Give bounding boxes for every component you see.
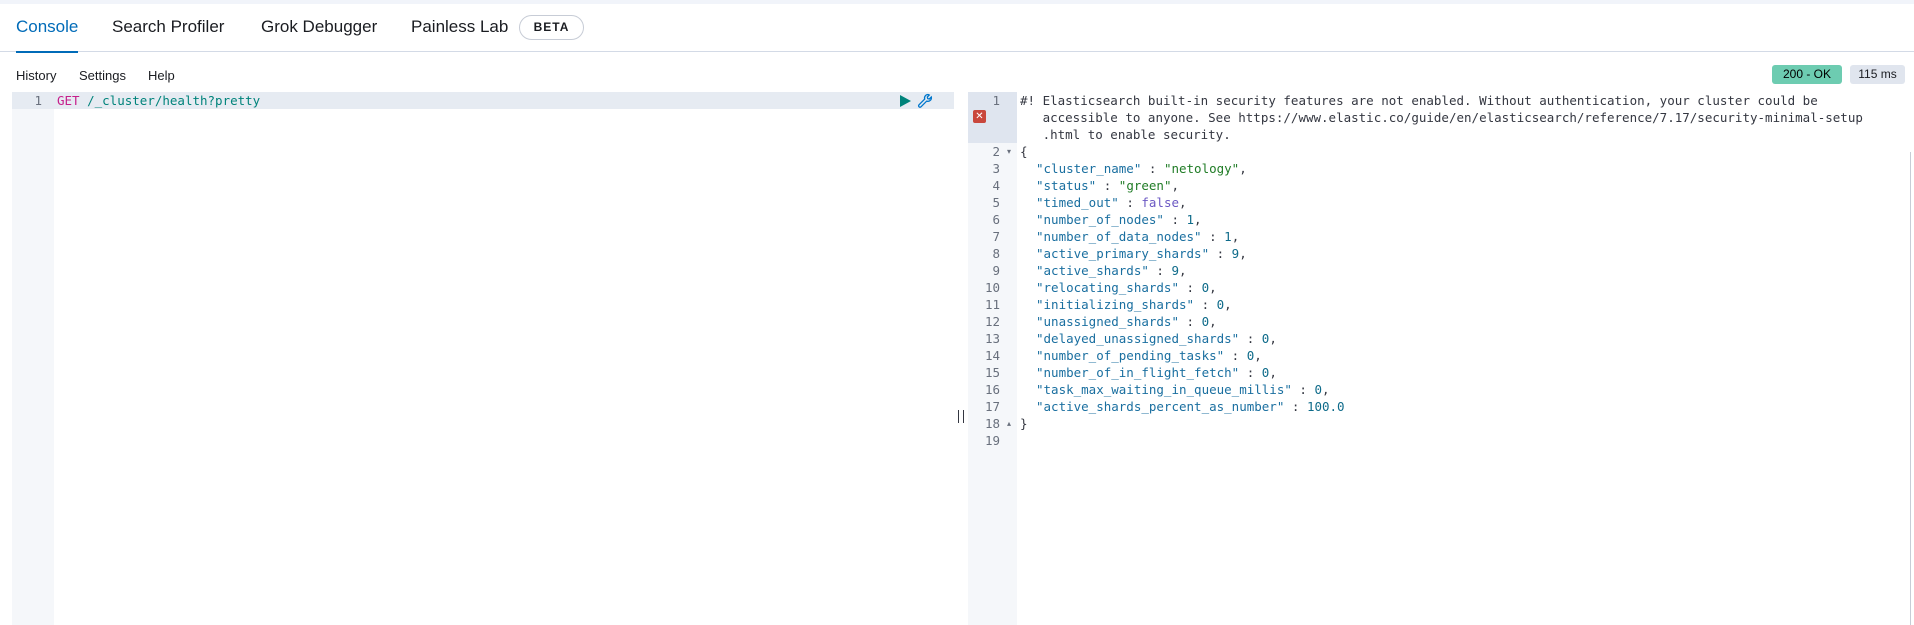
json-value: 0 xyxy=(1314,382,1322,397)
response-viewer[interactable]: ✕ 1 2 3 4 5 6 7 8 9 10 11 12 13 14 15 16 17 18 19 ▾ ▴ #! Elas… xyxy=(968,92,1914,625)
json-field-line: "relocating_shards" : 0, xyxy=(1036,280,1217,295)
json-field-line: "unassigned_shards" : 0, xyxy=(1036,314,1217,329)
settings-button[interactable]: Settings xyxy=(79,68,126,83)
json-value: 1 xyxy=(1224,229,1232,244)
line-number: 3 xyxy=(992,161,1000,176)
json-key: "number_of_pending_tasks" xyxy=(1036,348,1225,363)
json-value: false xyxy=(1141,195,1180,210)
json-key: "cluster_name" xyxy=(1036,161,1142,176)
line-number: 10 xyxy=(984,280,1000,295)
line-number: 15 xyxy=(984,365,1000,380)
json-key: "number_of_in_flight_fetch" xyxy=(1036,365,1240,380)
json-key: "number_of_data_nodes" xyxy=(1036,229,1202,244)
json-value: 1 xyxy=(1186,212,1195,227)
dev-tools-tabs: Console Search Profiler Grok Debugger Pa… xyxy=(0,4,1914,53)
json-key: "active_shards_percent_as_number" xyxy=(1036,399,1285,414)
json-key: "relocating_shards" xyxy=(1036,280,1179,295)
json-field-line: "delayed_unassigned_shards" : 0, xyxy=(1036,331,1277,346)
json-field-line: "number_of_nodes" : 1, xyxy=(1036,212,1202,227)
line-number: 4 xyxy=(992,178,1000,193)
error-icon: ✕ xyxy=(973,110,986,123)
panel-resizer[interactable] xyxy=(956,92,968,625)
line-number: 18 xyxy=(984,416,1000,431)
request-path: /_cluster/health?pretty xyxy=(87,93,261,108)
line-number: 9 xyxy=(992,263,1000,278)
line-number: 13 xyxy=(984,331,1000,346)
line-number: 6 xyxy=(992,212,1000,227)
json-value: 0 xyxy=(1201,314,1210,329)
json-field-line: "number_of_data_nodes" : 1, xyxy=(1036,229,1240,244)
line-number: 17 xyxy=(984,399,1000,414)
json-field-line: "number_of_in_flight_fetch" : 0, xyxy=(1036,365,1277,380)
json-field-line: "active_shards" : 9, xyxy=(1036,263,1187,278)
json-value: 9 xyxy=(1171,263,1179,278)
json-key: "unassigned_shards" xyxy=(1036,314,1179,329)
json-open-brace: { xyxy=(1020,144,1028,159)
response-status-badge: 200 - OK xyxy=(1772,65,1842,84)
json-key: "active_primary_shards" xyxy=(1036,246,1210,261)
json-value: 0 xyxy=(1201,280,1210,295)
line-number: 12 xyxy=(984,314,1000,329)
line-number: 1 xyxy=(992,93,1000,108)
help-button[interactable]: Help xyxy=(148,68,175,83)
json-value: 100.0 xyxy=(1306,399,1345,414)
json-key: "timed_out" xyxy=(1036,195,1119,210)
line-number: 16 xyxy=(984,382,1000,397)
warning-comment-line: #! Elasticsearch built-in security featu… xyxy=(1020,93,1818,108)
request-gutter xyxy=(12,92,54,625)
request-method: GET xyxy=(57,93,80,108)
vertical-scrollbar[interactable] xyxy=(1910,152,1914,625)
request-editor[interactable]: 1 GET /_cluster/health?pretty xyxy=(12,92,954,625)
json-field-line: "number_of_pending_tasks" : 0, xyxy=(1036,348,1262,363)
play-icon[interactable] xyxy=(899,95,911,107)
json-field-line: "initializing_shards" : 0, xyxy=(1036,297,1232,312)
response-time-badge: 115 ms xyxy=(1850,65,1905,84)
line-number: 14 xyxy=(984,348,1000,363)
beta-badge: BETA xyxy=(519,15,584,40)
json-key: "task_max_waiting_in_queue_millis" xyxy=(1036,382,1292,397)
tab-grok-debugger[interactable]: Grok Debugger xyxy=(261,4,377,52)
line-number: 8 xyxy=(992,246,1000,261)
json-key: "number_of_nodes" xyxy=(1036,212,1164,227)
json-field-line: "task_max_waiting_in_queue_millis" : 0, xyxy=(1036,382,1330,397)
line-number: 2 xyxy=(992,144,1000,159)
line-number: 5 xyxy=(992,195,1000,210)
json-field-line: "cluster_name" : "netology", xyxy=(1036,161,1247,176)
tab-search-profiler[interactable]: Search Profiler xyxy=(112,4,224,52)
json-field-line: "active_primary_shards" : 9, xyxy=(1036,246,1247,261)
json-field-line: "status" : "green", xyxy=(1036,178,1180,193)
json-key: "active_shards" xyxy=(1036,263,1149,278)
wrench-icon[interactable] xyxy=(917,93,933,109)
history-button[interactable]: History xyxy=(16,68,56,83)
request-line[interactable]: GET /_cluster/health?pretty xyxy=(57,92,260,109)
json-key: "initializing_shards" xyxy=(1036,297,1195,312)
line-number: 19 xyxy=(984,433,1000,448)
tab-painless-lab[interactable]: Painless Lab xyxy=(411,4,508,52)
json-close-brace: } xyxy=(1020,416,1028,431)
json-key: "status" xyxy=(1036,178,1097,193)
json-field-line: "timed_out" : false, xyxy=(1036,195,1187,210)
console-menu: History Settings Help xyxy=(0,60,1914,90)
warning-comment-line: .html to enable security. xyxy=(1020,127,1231,142)
resizer-handle-icon[interactable] xyxy=(958,410,964,423)
line-number: 1 xyxy=(34,93,42,108)
tab-console[interactable]: Console xyxy=(16,4,79,53)
fold-toggle-icon[interactable]: ▴ xyxy=(1007,419,1011,428)
line-number: 7 xyxy=(992,229,1000,244)
json-key: "delayed_unassigned_shards" xyxy=(1036,331,1240,346)
json-value: "netology" xyxy=(1163,161,1240,176)
fold-toggle-icon[interactable]: ▾ xyxy=(1007,147,1011,156)
warning-comment-line: accessible to anyone. See https://www.el… xyxy=(1020,110,1863,125)
line-number: 11 xyxy=(984,297,1000,312)
json-field-line: "active_shards_percent_as_number" : 100.… xyxy=(1036,399,1345,414)
json-value: "green" xyxy=(1118,178,1172,193)
